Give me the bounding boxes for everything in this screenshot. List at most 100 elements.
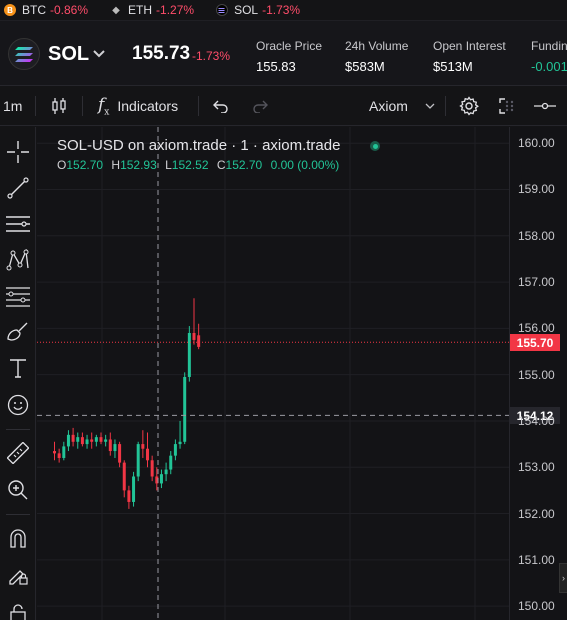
ohlc-close: 152.70 <box>225 158 263 172</box>
ticker-change: -1.27% <box>156 3 195 17</box>
candle-body <box>66 434 70 447</box>
pattern-icon[interactable] <box>6 248 30 272</box>
candle-body <box>187 332 191 377</box>
stat-oracle-price: Oracle Price 155.83 <box>256 39 322 74</box>
horizontal-lines-icon[interactable] <box>6 212 30 236</box>
candle-body <box>99 437 103 442</box>
interval-button[interactable]: 1m <box>3 86 22 126</box>
candle-body <box>178 441 182 445</box>
drag-handle-icon[interactable] <box>505 86 515 126</box>
y-tick-label: 159.00 <box>518 182 555 197</box>
candle-body <box>76 437 80 442</box>
y-tick-label: 154.00 <box>518 413 555 428</box>
chevron-down-icon[interactable] <box>93 45 105 61</box>
chart-title: SOL-USD on axiom.trade · 1 · axiom.trade <box>57 137 341 154</box>
candle-body <box>159 474 163 484</box>
candle-body <box>127 490 131 502</box>
stat-open-interest: Open Interest $513M <box>433 39 506 74</box>
market-status-dot <box>370 141 380 151</box>
stat-label: Funding <box>531 39 567 53</box>
candle-body <box>146 448 149 461</box>
ticker-symbol: ETH <box>128 3 153 17</box>
chevron-right-icon[interactable]: › <box>559 563 567 593</box>
y-tick-label: 151.00 <box>518 552 555 567</box>
price-axis[interactable]: 155.70 154.12 160.00 159.00 158.00 157.00 15… <box>509 127 567 620</box>
price-chart[interactable]: SOL-USD on axiom.trade · 1 · axiom.trade… <box>37 127 509 620</box>
candle-body <box>122 462 126 491</box>
y-tick-label: 157.00 <box>518 275 555 290</box>
price-change: -1.73% <box>192 49 231 63</box>
stat-label: 24h Volume <box>345 39 409 53</box>
y-tick-label: 152.00 <box>518 506 555 521</box>
candle-body <box>57 453 61 458</box>
last-price-tag: 155.70 <box>510 334 560 352</box>
indicators-label: Indicators <box>117 98 179 114</box>
asset-selector[interactable]: SOL <box>48 43 89 66</box>
stat-value: -0.001 <box>531 59 567 74</box>
last-price: 155.73 <box>132 43 191 64</box>
ticker-change: -1.73% <box>262 3 301 17</box>
candle-body <box>173 444 177 456</box>
horizontal-line-icon[interactable] <box>534 86 556 126</box>
candle-body <box>183 376 187 442</box>
candle-style-icon[interactable] <box>51 86 67 126</box>
trend-line-icon[interactable] <box>6 176 30 200</box>
drawing-toolbar <box>0 127 36 620</box>
sol-icon <box>216 4 229 16</box>
gear-icon[interactable] <box>459 86 479 126</box>
candle-body <box>62 446 66 458</box>
stat-value: $513M <box>433 59 473 74</box>
function-icon: fx <box>98 94 110 118</box>
candles-plot[interactable] <box>37 127 509 620</box>
fib-retracement-icon[interactable] <box>6 284 30 308</box>
zoom-in-icon[interactable] <box>6 478 30 502</box>
ohlc-open: 152.70 <box>66 158 104 172</box>
brush-icon[interactable] <box>6 320 30 344</box>
candle-body <box>94 437 98 442</box>
candle-body <box>132 476 136 502</box>
candle-body <box>141 444 145 449</box>
stat-value: 155.83 <box>256 59 296 74</box>
redo-icon[interactable] <box>252 86 268 126</box>
candle-body <box>80 437 84 445</box>
stat-value: $583M <box>345 59 385 74</box>
chevron-down-icon[interactable] <box>425 86 435 126</box>
ticker-change: -0.86% <box>50 3 89 17</box>
stat-24h-volume: 24h Volume $583M <box>345 39 408 74</box>
ticker-eth[interactable]: ◆ ETH -1.27% <box>110 3 194 17</box>
ohlc-low: 152.52 <box>171 158 209 172</box>
ohlc-high: 152.93 <box>120 158 157 172</box>
eth-icon: ◆ <box>112 4 120 16</box>
stat-label: Open Interest <box>433 39 506 53</box>
indicators-button[interactable]: fx Indicators <box>98 86 178 126</box>
candle-body <box>104 439 108 442</box>
lock-icon[interactable] <box>6 601 30 620</box>
y-tick-label: 150.00 <box>518 599 555 614</box>
lock-drawing-icon[interactable] <box>6 563 30 587</box>
ticker-sol[interactable]: SOL -1.73% <box>216 3 300 17</box>
text-icon[interactable] <box>6 356 30 380</box>
btc-icon: B <box>4 4 16 16</box>
undo-icon[interactable] <box>213 86 229 126</box>
candle-body <box>150 460 154 477</box>
stat-funding: Funding -0.001 <box>531 39 567 74</box>
candle-body <box>136 444 140 477</box>
candle-body <box>108 439 112 452</box>
y-tick-label: 160.00 <box>518 136 555 151</box>
candle-body <box>118 444 122 463</box>
y-tick-label: 155.00 <box>518 367 555 382</box>
ticker-btc[interactable]: B BTC -0.86% <box>4 3 88 17</box>
y-tick-label: 158.00 <box>518 228 555 243</box>
ohlc-readout: O152.70 H152.93 L152.52 C152.70 0.00 (0.… <box>57 158 340 172</box>
candle-body <box>90 439 94 442</box>
candle-body <box>113 444 117 452</box>
emoji-icon[interactable] <box>6 393 30 417</box>
y-tick-label: 156.00 <box>518 321 555 336</box>
magnet-icon[interactable] <box>6 526 30 550</box>
candle-body <box>197 335 201 347</box>
crosshair-icon[interactable] <box>6 140 30 164</box>
candle-body <box>164 469 168 475</box>
layout-name[interactable]: Axiom <box>369 86 408 126</box>
ruler-icon[interactable] <box>6 441 30 465</box>
ticker-strip: B BTC -0.86% ◆ ETH -1.27% SOL -1.73% <box>0 0 567 20</box>
